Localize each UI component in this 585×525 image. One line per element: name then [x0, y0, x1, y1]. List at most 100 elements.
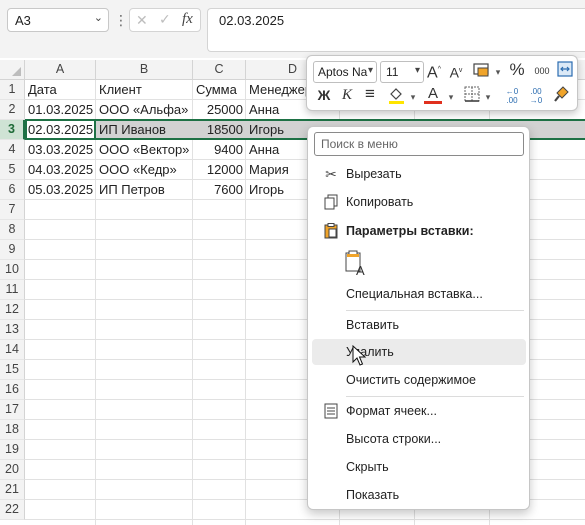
menu-item-copy[interactable]: Копировать: [312, 189, 526, 215]
decrease-decimal-icon[interactable]: .00 →0: [526, 87, 546, 105]
row-header[interactable]: 2: [0, 100, 25, 120]
cell-c2[interactable]: 25000: [193, 100, 246, 120]
increase-decimal-icon[interactable]: ←0.00: [502, 87, 522, 105]
font-color-swatch: [424, 101, 442, 104]
chevron-down-icon[interactable]: ▾: [483, 88, 493, 106]
bold-icon[interactable]: Ж: [315, 86, 333, 104]
column-header-c[interactable]: C: [193, 60, 246, 80]
chevron-down-icon[interactable]: ▾: [493, 63, 503, 81]
insert-function-icon[interactable]: fx: [182, 11, 193, 28]
row-header[interactable]: 18: [0, 420, 25, 440]
cell-a6[interactable]: 05.03.2025: [25, 180, 96, 200]
font-color-icon[interactable]: A: [422, 84, 444, 104]
font-size-select[interactable]: 11 ▾: [380, 61, 424, 83]
cell-b1[interactable]: Клиент: [96, 80, 193, 100]
fill-color-icon[interactable]: [385, 85, 407, 109]
cell-b2[interactable]: ООО «Альфа»: [96, 100, 193, 120]
menu-item-delete[interactable]: Удалить: [312, 339, 526, 365]
copy-icon: [322, 189, 340, 218]
cell-c3[interactable]: 18500: [193, 120, 246, 140]
row-header[interactable]: 13: [0, 320, 25, 340]
formula-input[interactable]: 02.03.2025: [207, 8, 585, 52]
cell-d1[interactable]: Менеджер: [246, 80, 308, 100]
number-format-icon[interactable]: [469, 61, 493, 83]
select-all-corner[interactable]: [0, 60, 25, 80]
align-center-icon[interactable]: ≡: [361, 85, 379, 103]
check-icon[interactable]: ✓: [159, 11, 171, 28]
row-header[interactable]: 16: [0, 380, 25, 400]
row-header-selected[interactable]: 3: [0, 120, 25, 140]
menu-search-box[interactable]: [314, 132, 524, 156]
cell-a2[interactable]: 01.03.2025: [25, 100, 96, 120]
column-header-a[interactable]: A: [25, 60, 96, 80]
cell-b5[interactable]: ООО «Кедр»: [96, 160, 193, 180]
format-cells-icon: [322, 398, 340, 427]
menu-item-unhide[interactable]: Показать: [312, 482, 526, 508]
menu-item-hide[interactable]: Скрыть: [312, 454, 526, 480]
row-header[interactable]: 4: [0, 140, 25, 160]
cell-a3[interactable]: 02.03.2025: [25, 120, 96, 140]
menu-item-label: Параметры вставки:: [346, 224, 474, 238]
cell-a1[interactable]: Дата: [25, 80, 96, 100]
chevron-down-icon[interactable]: ▾: [446, 88, 456, 106]
cell-d5[interactable]: Мария: [246, 160, 308, 180]
chevron-down-icon[interactable]: ▾: [408, 88, 418, 106]
row-header[interactable]: 8: [0, 220, 25, 240]
cell-c1[interactable]: Сумма: [193, 80, 246, 100]
row-header[interactable]: 5: [0, 160, 25, 180]
grow-font-icon[interactable]: A^: [425, 61, 443, 82]
row-header[interactable]: 11: [0, 280, 25, 300]
row-header[interactable]: 20: [0, 460, 25, 480]
row-header[interactable]: 14: [0, 340, 25, 360]
format-painter-icon[interactable]: [552, 85, 572, 107]
menu-item-insert[interactable]: Вставить: [312, 312, 526, 338]
paste-values-icon[interactable]: A: [344, 249, 372, 278]
row-header[interactable]: 21: [0, 480, 25, 500]
menu-item-clear-contents[interactable]: Очистить содержимое: [312, 367, 526, 393]
row-header[interactable]: 10: [0, 260, 25, 280]
column-header-b[interactable]: B: [96, 60, 193, 80]
cell-b6[interactable]: ИП Петров: [96, 180, 193, 200]
row-header[interactable]: 15: [0, 360, 25, 380]
name-box[interactable]: A3 ⌄: [7, 8, 109, 32]
menu-item-row-height[interactable]: Высота строки...: [312, 426, 526, 452]
thousands-separator-icon[interactable]: 000: [531, 62, 553, 80]
menu-item-format-cells[interactable]: Формат ячеек...: [312, 398, 526, 424]
row-header[interactable]: 12: [0, 300, 25, 320]
row-header[interactable]: 1: [0, 80, 25, 100]
cell-d4[interactable]: Анна: [246, 140, 308, 160]
fill-color-swatch: [389, 101, 404, 104]
italic-icon[interactable]: К: [338, 86, 356, 104]
merge-center-icon[interactable]: [556, 61, 574, 81]
cancel-icon[interactable]: ✕: [136, 12, 148, 29]
row-header[interactable]: 9: [0, 240, 25, 260]
cell-a4[interactable]: 03.03.2025: [25, 140, 96, 160]
font-name-select[interactable]: Aptos Na ▾: [313, 61, 377, 83]
row-header[interactable]: 19: [0, 440, 25, 460]
cell-d2[interactable]: Анна: [246, 100, 308, 120]
percent-icon[interactable]: %: [507, 61, 527, 79]
cell-a5[interactable]: 04.03.2025: [25, 160, 96, 180]
more-vertical-icon[interactable]: ⋮: [114, 11, 128, 29]
cell-c5[interactable]: 12000: [193, 160, 246, 180]
borders-icon[interactable]: [463, 86, 481, 106]
shrink-font-icon[interactable]: Av: [447, 62, 465, 82]
row-header[interactable]: 22: [0, 500, 25, 520]
menu-search-input[interactable]: [315, 133, 523, 155]
cell-b3[interactable]: ИП Иванов: [96, 120, 193, 140]
chevron-down-icon[interactable]: ⌄: [94, 11, 103, 24]
row-header[interactable]: 7: [0, 200, 25, 220]
cell-b4[interactable]: ООО «Вектор»: [96, 140, 193, 160]
menu-item-paste-special[interactable]: Специальная вставка...: [312, 281, 526, 307]
cell-c4[interactable]: 9400: [193, 140, 246, 160]
cell-c6[interactable]: 7600: [193, 180, 246, 200]
menu-item-label: Вставить: [346, 318, 399, 332]
cell-d6[interactable]: Игорь: [246, 180, 308, 200]
menu-item-label: Вырезать: [346, 167, 402, 181]
row-header[interactable]: 6: [0, 180, 25, 200]
paste-options-header: Параметры вставки:: [312, 218, 526, 244]
menu-item-label: Копировать: [346, 195, 414, 209]
row-header[interactable]: 17: [0, 400, 25, 420]
cell-d3[interactable]: Игорь: [246, 120, 308, 140]
menu-item-cut[interactable]: ✂ Вырезать: [312, 161, 526, 187]
